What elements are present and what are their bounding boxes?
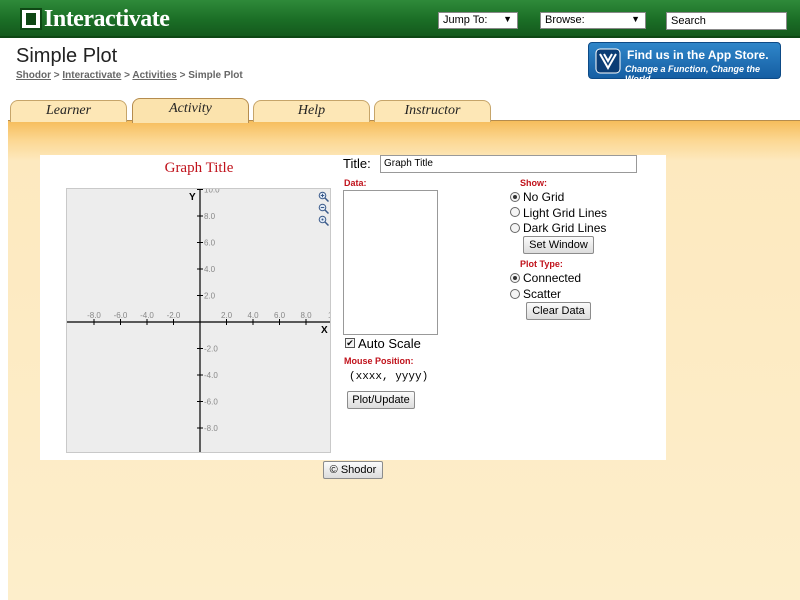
app-store-line1: Find us in the App Store. [627, 48, 769, 62]
browse-label: Browse: [545, 14, 585, 26]
app-store-banner[interactable]: Find us in the App Store. Change a Funct… [588, 42, 781, 84]
graph-title: Graph Title [164, 160, 234, 176]
mouse-position-label: Mouse Position: [344, 356, 414, 366]
y-tick-label: 8.0 [204, 212, 216, 221]
auto-scale-checkbox[interactable]: ✔ [345, 338, 355, 348]
show-label: Show: [520, 178, 547, 188]
search-input[interactable]: Search [666, 12, 787, 30]
radio-scatter[interactable] [510, 289, 520, 299]
connected-label: Connected [523, 271, 582, 285]
top-bar: Interactivate Jump To: ▼ Browse: ▼ Searc… [0, 0, 800, 38]
zoom-out-icon[interactable] [318, 203, 329, 214]
tab-help[interactable]: Help [253, 100, 370, 122]
graph-canvas[interactable]: -8.0 -6.0 -4.0 -2.0 2.0 4.0 6.0 8.0 10 10.0 8.0 6.0… [66, 188, 331, 453]
plot-update-button[interactable]: Plot/Update [347, 391, 415, 409]
plot-type-label: Plot Type: [520, 259, 563, 269]
shodor-copyright-button[interactable]: © Shodor [323, 461, 383, 479]
logo-text: Interactivate [44, 5, 170, 32]
title-label: Title: [343, 156, 371, 171]
x-tick-label: -8.0 [87, 311, 101, 320]
x-tick-label: 4.0 [247, 311, 259, 320]
radio-no-grid[interactable] [510, 192, 520, 202]
breadcrumb-shodor[interactable]: Shodor [16, 70, 51, 81]
app-store-line2: Change a Function, Change the World [625, 64, 761, 84]
y-tick-label: -6.0 [204, 398, 218, 407]
tab-learner[interactable]: Learner [10, 100, 127, 122]
tab-bar: Learner Activity Help Instructor [0, 96, 800, 123]
breadcrumb-current: Simple Plot [188, 70, 243, 81]
breadcrumb: Shodor > Interactivate > Activities > Si… [16, 70, 243, 81]
interactivate-logo[interactable]: Interactivate [20, 5, 170, 32]
y-tick-label: 2.0 [204, 292, 216, 301]
radio-light-grid[interactable] [510, 207, 520, 217]
x-tick-label: 6.0 [274, 311, 286, 320]
y-tick-label: -4.0 [204, 371, 218, 380]
y-axis-label: Y [189, 192, 196, 203]
breadcrumb-interactivate[interactable]: Interactivate [62, 70, 121, 81]
dropdown-arrow-icon: ▼ [631, 14, 640, 24]
jump-to-select[interactable]: Jump To: ▼ [438, 12, 518, 29]
zoom-in-icon[interactable] [318, 191, 329, 202]
book-icon [20, 8, 42, 30]
x-tick-label: 2.0 [221, 311, 233, 320]
x-tick-label: -6.0 [114, 311, 128, 320]
x-tick-label: 10 [328, 311, 331, 320]
browse-select[interactable]: Browse: ▼ [540, 12, 646, 29]
x-tick-label: 8.0 [300, 311, 312, 320]
data-label: Data: [344, 178, 367, 188]
tab-instructor[interactable]: Instructor [374, 100, 491, 122]
tab-activity[interactable]: Activity [132, 98, 249, 123]
data-textarea[interactable] [343, 190, 438, 335]
jump-to-label: Jump To: [443, 14, 488, 26]
graph-axes: -8.0 -6.0 -4.0 -2.0 2.0 4.0 6.0 8.0 10 10.0 8.0 6.0… [67, 189, 331, 452]
y-tick-label: 4.0 [204, 265, 216, 274]
light-grid-label: Light Grid Lines [523, 206, 608, 220]
auto-scale-label: Auto Scale [358, 336, 421, 351]
x-axis-label: X [321, 325, 328, 336]
mouse-position-value: (xxxx, yyyy) [349, 371, 429, 383]
scatter-label: Scatter [523, 287, 562, 301]
y-tick-label: 10.0 [204, 189, 220, 195]
radio-connected[interactable] [510, 273, 520, 283]
dropdown-arrow-icon: ▼ [503, 14, 512, 24]
dark-grid-label: Dark Grid Lines [523, 221, 607, 235]
breadcrumb-activities[interactable]: Activities [132, 70, 176, 81]
no-grid-label: No Grid [523, 190, 565, 204]
clear-data-button[interactable]: Clear Data [526, 302, 591, 320]
app-store-icon [595, 48, 621, 74]
y-tick-label: -8.0 [204, 424, 218, 433]
radio-dark-grid[interactable] [510, 223, 520, 233]
x-tick-label: -4.0 [140, 311, 154, 320]
zoom-reset-icon[interactable] [318, 215, 329, 226]
y-tick-label: -2.0 [204, 345, 218, 354]
title-input[interactable]: Graph Title [380, 155, 637, 173]
y-tick-label: 6.0 [204, 239, 216, 248]
page-title: Simple Plot [16, 45, 118, 67]
x-tick-label: -2.0 [167, 311, 181, 320]
set-window-button[interactable]: Set Window [523, 236, 594, 254]
